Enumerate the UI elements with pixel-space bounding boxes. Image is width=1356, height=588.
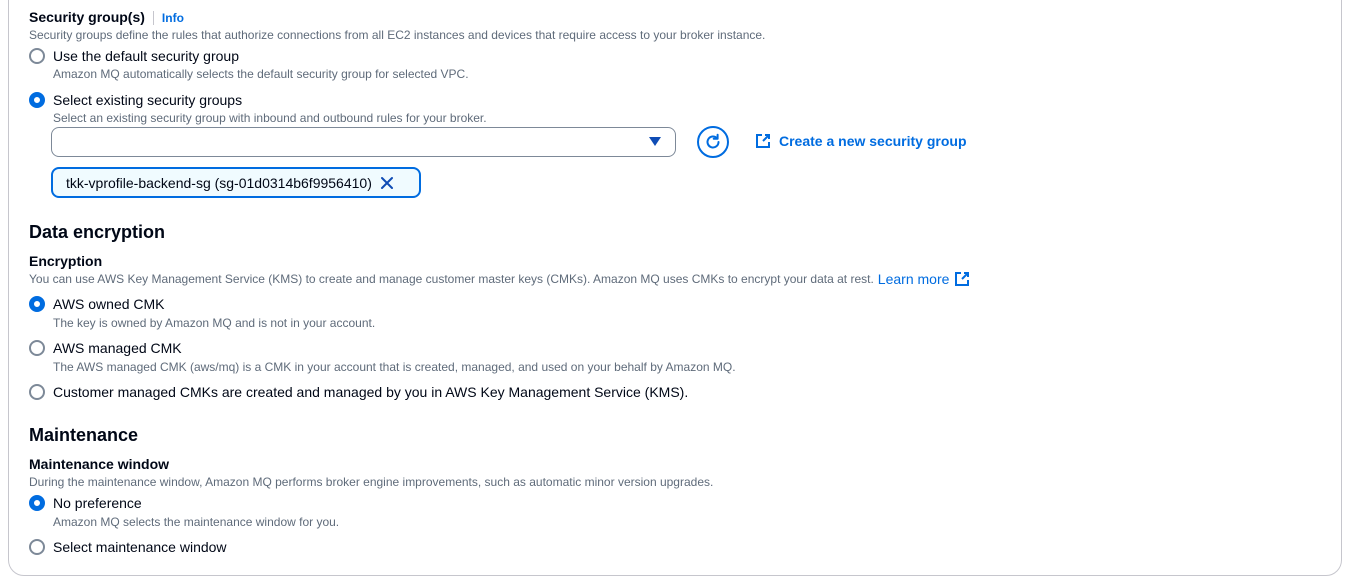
radio-label: No preference — [53, 495, 142, 511]
info-link[interactable]: Info — [162, 11, 184, 25]
radio-button[interactable] — [29, 296, 45, 312]
caret-down-icon — [649, 137, 661, 146]
radio-button[interactable] — [29, 495, 45, 511]
security-group-header: Security group(s) Info — [29, 8, 184, 27]
radio-label: AWS managed CMK — [53, 340, 182, 356]
selected-security-group-token: tkk-vprofile-backend-sg (sg-01d0314b6f99… — [51, 167, 421, 198]
radio-label: Customer managed CMKs are created and ma… — [53, 384, 689, 400]
refresh-icon — [706, 133, 720, 149]
encryption-description-row: You can use AWS Key Management Service (… — [29, 271, 970, 287]
radio-description: Amazon MQ selects the maintenance window… — [53, 515, 340, 529]
radio-description: The key is owned by Amazon MQ and is not… — [53, 316, 376, 330]
radio-button[interactable] — [29, 92, 45, 108]
radio-label: Use the default security group — [53, 48, 239, 64]
encryption-description: You can use AWS Key Management Service (… — [29, 272, 874, 286]
radio-button[interactable] — [29, 48, 45, 64]
radio-no-preference[interactable]: No preference — [29, 494, 142, 512]
security-group-title: Security group(s) — [29, 9, 145, 25]
token-label: tkk-vprofile-backend-sg (sg-01d0314b6f99… — [66, 174, 372, 191]
security-group-select[interactable] — [51, 127, 676, 157]
radio-label: Select maintenance window — [53, 539, 227, 555]
divider — [152, 10, 154, 25]
radio-customer-managed-cmk[interactable]: Customer managed CMKs are created and ma… — [29, 383, 688, 401]
radio-aws-owned-cmk[interactable]: AWS owned CMK — [29, 295, 165, 313]
radio-label: Select existing security groups — [53, 92, 243, 108]
create-security-group-link[interactable]: Create a new security group — [755, 133, 967, 149]
radio-aws-managed-cmk[interactable]: AWS managed CMK — [29, 339, 182, 357]
radio-select-maintenance-window[interactable]: Select maintenance window — [29, 538, 227, 556]
external-link-icon — [756, 134, 770, 148]
learn-more-link[interactable]: Learn more — [878, 271, 950, 287]
close-icon — [380, 176, 393, 189]
remove-token-button[interactable] — [380, 176, 394, 190]
external-link-icon[interactable] — [954, 271, 970, 287]
radio-default-security-group[interactable]: Use the default security group — [29, 47, 239, 65]
data-encryption-heading: Data encryption — [29, 222, 166, 242]
radio-label: AWS owned CMK — [53, 296, 165, 312]
radio-button[interactable] — [29, 340, 45, 356]
radio-button[interactable] — [29, 539, 45, 555]
refresh-button[interactable] — [697, 126, 729, 158]
radio-existing-security-groups[interactable]: Select existing security groups — [29, 91, 242, 109]
encryption-label: Encryption — [29, 253, 103, 269]
maintenance-window-label: Maintenance window — [29, 456, 170, 472]
security-group-description: Security groups define the rules that au… — [29, 28, 766, 42]
radio-description: The AWS managed CMK (aws/mq) is a CMK in… — [53, 360, 736, 374]
radio-description: Amazon MQ automatically selects the defa… — [53, 67, 469, 81]
maintenance-description: During the maintenance window, Amazon MQ… — [29, 475, 714, 489]
radio-button[interactable] — [29, 384, 45, 400]
radio-description: Select an existing security group with i… — [53, 111, 487, 125]
create-security-group-label: Create a new security group — [779, 133, 967, 149]
maintenance-heading: Maintenance — [29, 425, 139, 445]
